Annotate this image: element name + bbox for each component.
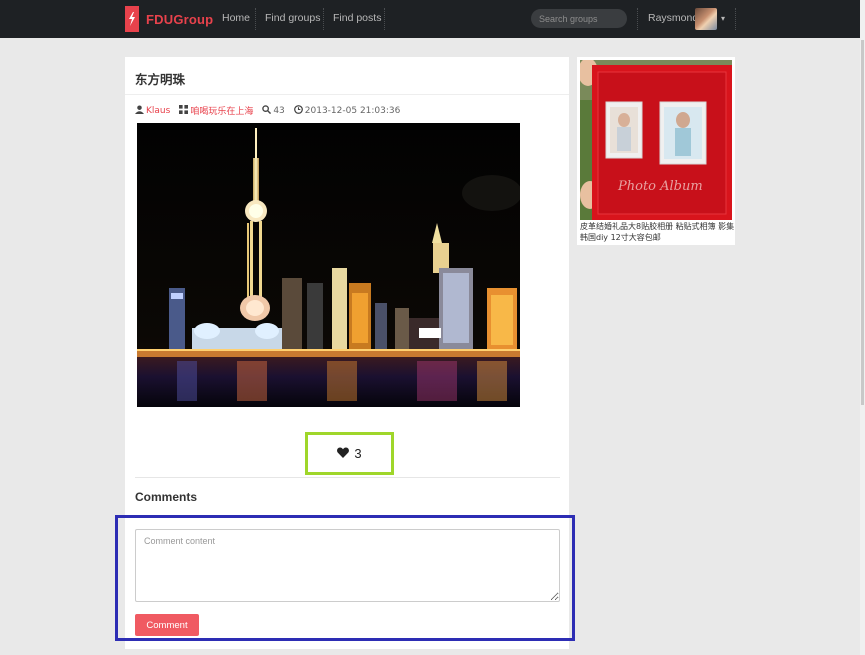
brand[interactable]: FDUGroup (125, 6, 213, 32)
comments-heading: Comments (135, 490, 198, 504)
ad-card[interactable]: Photo Album 皮革结婚礼品大8贴胶相册 粘贴式相簿 影集韩国diy 1… (577, 57, 735, 245)
post-date: 2013-12-05 21:03:36 (304, 105, 401, 116)
brand-name: FDUGroup (146, 11, 214, 27)
avatar[interactable] (695, 8, 717, 30)
nav-find-groups-link[interactable]: Find groups (265, 12, 320, 24)
scrollbar-thumb[interactable] (861, 40, 864, 405)
heart-icon (337, 446, 350, 461)
group-icon (179, 104, 189, 117)
chevron-down-icon[interactable]: ▾ (721, 14, 725, 23)
divider (125, 94, 569, 95)
group-link[interactable]: 咱喝玩乐在上海 (190, 104, 253, 117)
search-icon (262, 104, 272, 117)
nav-home-link[interactable]: Home (222, 12, 250, 24)
author-link[interactable]: Klaus (146, 106, 170, 116)
post-image (137, 123, 520, 407)
divider (135, 477, 560, 478)
like-button[interactable]: 3 (305, 432, 394, 475)
ad-image[interactable]: Photo Album (580, 60, 732, 220)
nav-separator (735, 8, 736, 30)
nav-separator (637, 8, 638, 30)
view-count: 43 (273, 105, 285, 116)
nav-find-posts-link[interactable]: Find posts (333, 12, 381, 24)
nav-separator (255, 8, 256, 30)
post-meta: Klaus 咱喝玩乐在上海 43 2013-12-05 21:03:36 (135, 104, 400, 117)
clock-icon (293, 104, 303, 117)
navbar: FDUGroup Home Find groups Find posts Ray… (0, 0, 860, 38)
comment-input[interactable] (135, 529, 560, 602)
comment-button[interactable]: Comment (135, 614, 199, 636)
post-title: 东方明珠 (135, 72, 186, 87)
like-count: 3 (354, 446, 362, 461)
ad-caption[interactable]: 皮革结婚礼品大8贴胶相册 粘贴式相簿 影集韩国diy 12寸大容包邮 (580, 221, 735, 243)
nav-separator (323, 8, 324, 30)
user-name[interactable]: Raysmond (648, 12, 698, 24)
brand-logo-icon (125, 6, 139, 32)
search-input[interactable] (531, 9, 627, 28)
album-text: Photo Album (617, 179, 703, 194)
user-icon (135, 104, 144, 117)
nav-separator (384, 8, 385, 30)
